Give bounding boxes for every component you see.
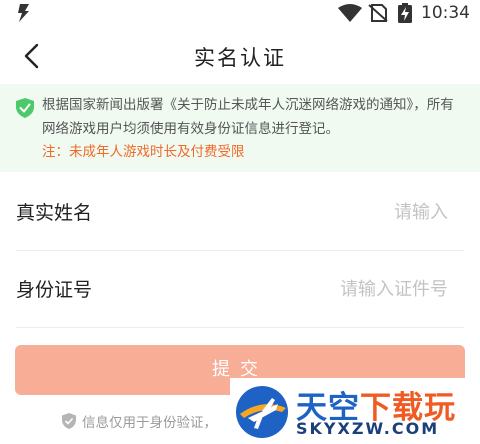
back-button[interactable] xyxy=(18,42,46,70)
id-number-input[interactable] xyxy=(206,269,450,309)
wifi-icon xyxy=(338,4,362,26)
status-time: 10:34 xyxy=(421,3,470,23)
shield-check-icon xyxy=(16,98,34,122)
id-number-label: 身份证号 xyxy=(16,279,93,301)
shield-icon xyxy=(62,413,76,433)
no-sim-icon xyxy=(368,4,388,26)
watermark-url: SKYXZW.COM xyxy=(296,419,440,438)
battery-charging-icon xyxy=(398,3,412,27)
notice-banner: 根据国家新闻出版署《关于防止未成年人沉迷网络游戏的通知》，所有网络游戏用户均须使… xyxy=(0,84,480,172)
notice-text: 根据国家新闻出版署《关于防止未成年人沉迷网络游戏的通知》，所有网络游戏用户均须使… xyxy=(42,97,454,137)
name-label: 真实姓名 xyxy=(16,202,93,224)
airplane-logo-icon xyxy=(232,384,292,444)
page-title: 实名认证 xyxy=(194,46,286,70)
privacy-text: 信息仅用于身份验证， xyxy=(82,415,217,431)
name-row: 真实姓名 xyxy=(16,174,464,251)
notice-warning: 注：未成年人游戏时长及付费受限 xyxy=(42,144,245,160)
name-input[interactable] xyxy=(206,192,450,232)
id-number-row: 身份证号 xyxy=(16,251,464,328)
app-bolt-icon xyxy=(14,3,34,27)
chevron-left-icon xyxy=(24,43,39,69)
nav-bar: 实名认证 xyxy=(0,30,480,82)
watermark: 天空下载玩 SKYXZW.COM xyxy=(230,378,480,443)
status-bar: 10:34 xyxy=(0,0,480,26)
